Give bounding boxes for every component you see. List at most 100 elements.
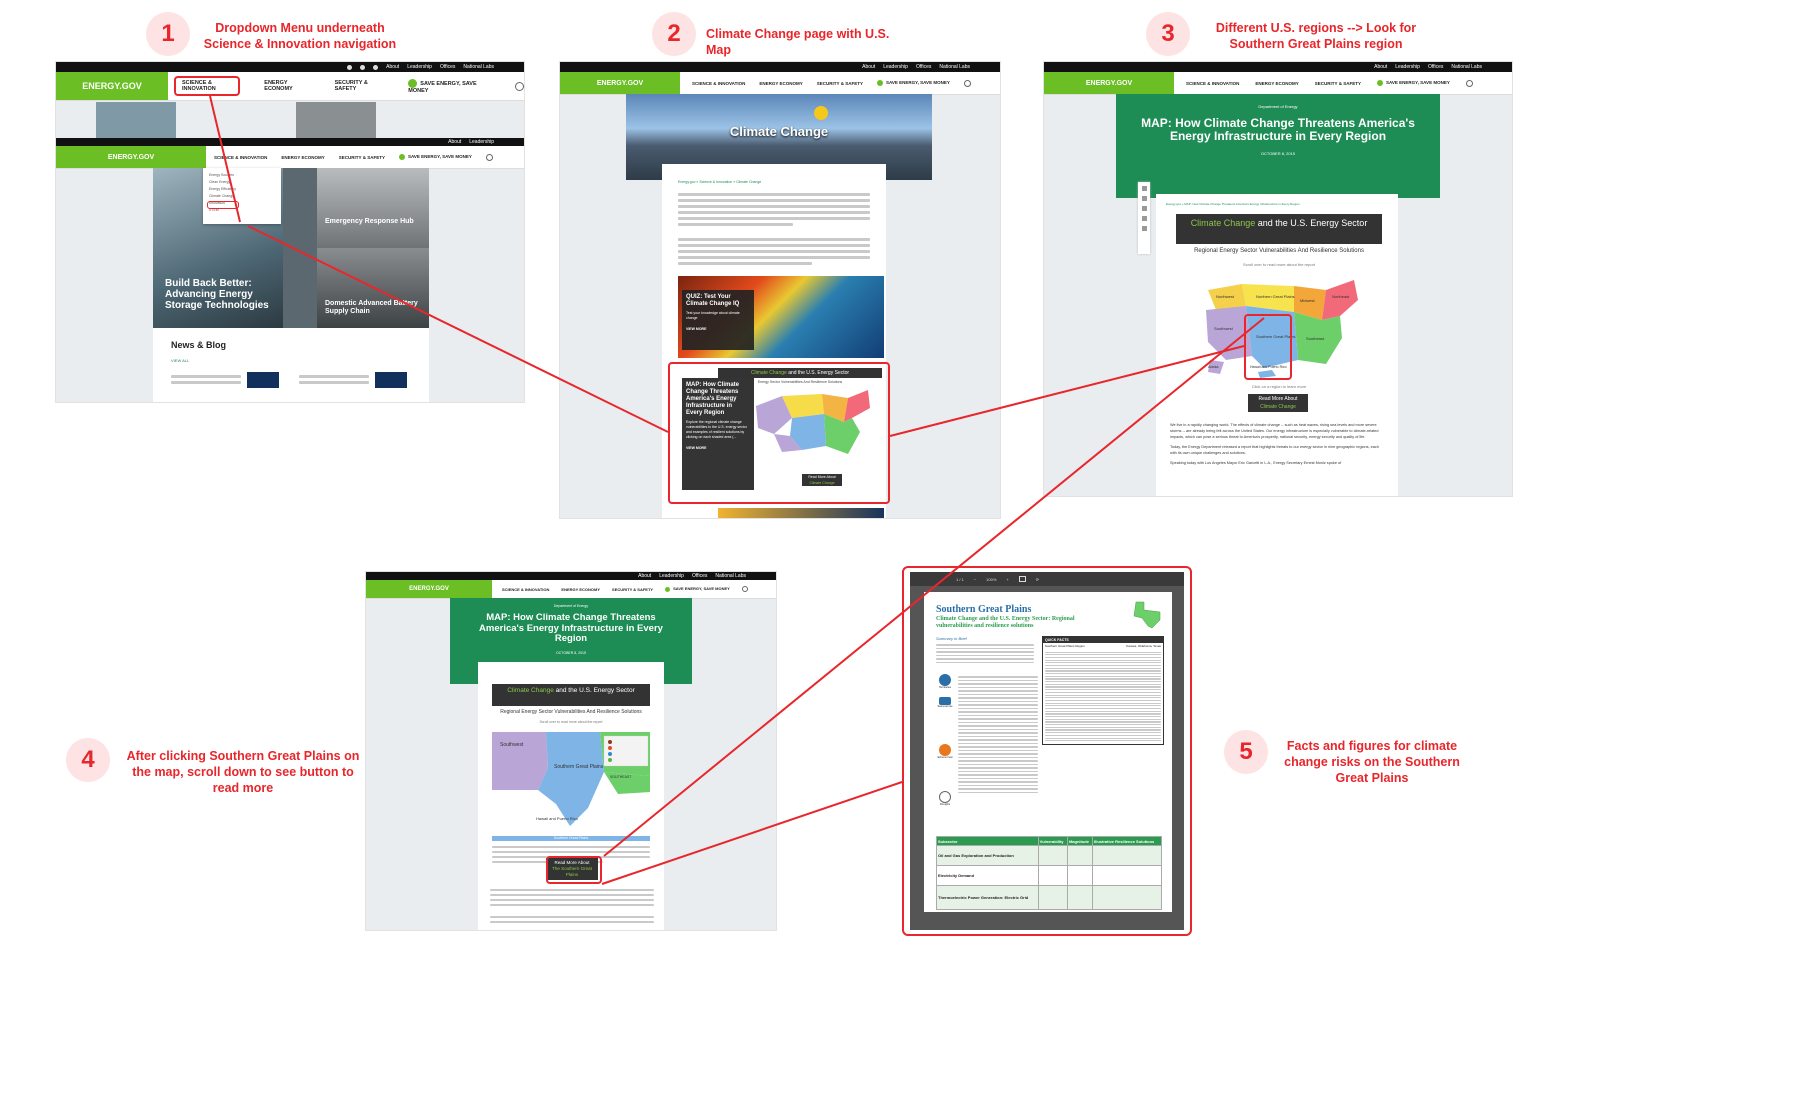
map-label-northeast: Northeast — [1332, 294, 1350, 299]
quiz-card[interactable]: QUIZ: Test Your Climate Change IQ Test y… — [678, 276, 884, 358]
util-link-offices[interactable]: Offices — [1428, 64, 1443, 70]
nav-save-energy[interactable]: SAVE ENERGY, SAVE MONEY — [1376, 80, 1450, 86]
util-link-about[interactable]: About — [448, 139, 461, 145]
save-energy-icon — [1376, 80, 1383, 86]
zoom-in-icon[interactable]: + — [1006, 577, 1008, 582]
dropdown-item[interactable]: Energy Sources — [209, 172, 275, 179]
nav-science-innovation[interactable]: SCIENCE & INNOVATION — [1186, 81, 1239, 86]
nav-science-innovation[interactable]: SCIENCE & INNOVATION — [502, 587, 549, 592]
nav-security-safety[interactable]: SECURITY & SAFETY — [612, 587, 653, 592]
nav-science-innovation[interactable]: SCIENCE & INNOVATION — [692, 81, 745, 86]
tile-emergency[interactable]: Emergency Response Hub — [317, 168, 429, 248]
breadcrumb[interactable]: Energy.gov » MAP: How Climate Change Thr… — [1166, 202, 1396, 206]
pdf-subtitle: Climate Change and the U.S. Energy Secto… — [936, 616, 1075, 629]
pdf-page-indicator[interactable]: 1 / 1 — [956, 577, 964, 582]
hurricane-label: Hurricanes — [938, 686, 952, 689]
util-link-offices[interactable]: Offices — [692, 573, 707, 579]
util-link-leadership[interactable]: Leadership — [407, 64, 432, 70]
dropdown-item-climate-change[interactable]: Climate Change — [209, 193, 275, 200]
breadcrumb[interactable]: Energy.gov » Science & Innovation » Clim… — [678, 180, 761, 184]
util-link-about[interactable]: About — [386, 64, 399, 70]
util-link-labs[interactable]: National Labs — [715, 573, 746, 579]
news-item[interactable] — [299, 372, 369, 387]
email-icon[interactable] — [1141, 186, 1147, 191]
dropdown-item[interactable]: Clean Energy — [209, 179, 275, 186]
scroll-hint: Scroll over to read more about the repor… — [1242, 262, 1316, 267]
nav-save-energy[interactable]: SAVE ENERGY, SAVE MONEY — [398, 154, 472, 160]
zoomed-sgp-map[interactable]: Southwest Southern Great Plains SOUTHEAS… — [492, 732, 650, 834]
nav-save-energy-label: SAVE ENERGY, SAVE MONEY — [1385, 80, 1450, 86]
nav-energy-economy[interactable]: ENERGY ECONOMY — [281, 155, 324, 160]
nav-energy-economy[interactable]: ENERGY ECONOMY — [561, 587, 600, 592]
util-link-offices[interactable]: Offices — [916, 64, 931, 70]
pdf-zoom-level[interactable]: 100% — [986, 577, 996, 582]
nav-save-energy[interactable]: SAVE ENERGY, SAVE MONEY — [876, 80, 950, 86]
search-icon[interactable] — [963, 79, 971, 87]
nav-security-safety[interactable]: SECURITY & SAFETY — [335, 80, 391, 92]
social-icon[interactable] — [373, 64, 379, 70]
view-all-link[interactable]: VIEW ALL — [171, 358, 189, 363]
nav-security-safety[interactable]: SECURITY & SAFETY — [817, 81, 863, 86]
hurricane-icon — [939, 674, 951, 686]
energy-gov-logo[interactable]: ENERGY.GOV — [1044, 72, 1174, 94]
quiz-view-more[interactable]: VIEW MORE — [686, 327, 750, 331]
tile-battery[interactable]: Domestic Advanced Battery Supply Chain — [317, 248, 429, 328]
utility-bar: About Leadership Offices National Labs — [56, 62, 524, 72]
nav-security-safety[interactable]: SECURITY & SAFETY — [1315, 81, 1361, 86]
util-link-about[interactable]: About — [862, 64, 875, 70]
social-icon[interactable] — [360, 64, 366, 70]
energy-gov-logo[interactable]: ENERGY.GOV — [56, 72, 168, 100]
energy-gov-logo[interactable]: ENERGY.GOV — [560, 72, 680, 94]
nav-energy-economy[interactable]: ENERGY ECONOMY — [1255, 81, 1298, 86]
social-icon[interactable] — [347, 64, 353, 70]
nav-energy-economy[interactable]: ENERGY ECONOMY — [264, 80, 316, 92]
science-dropdown-menu: Energy Sources Clean Energy Energy Effic… — [203, 168, 281, 224]
util-link-leadership[interactable]: Leadership — [469, 139, 494, 145]
util-link-leadership[interactable]: Leadership — [659, 573, 684, 579]
util-link-leadership[interactable]: Leadership — [883, 64, 908, 70]
util-link-about[interactable]: About — [638, 573, 651, 579]
main-navbar: ENERGY.GOV SCIENCE & INNOVATION ENERGY E… — [366, 580, 776, 599]
legend-dot — [608, 746, 612, 750]
pdf-title: Southern Great Plains — [936, 604, 1032, 615]
nav-security-safety[interactable]: SECURITY & SAFETY — [339, 155, 385, 160]
read-more-line1: Read More About — [1258, 396, 1298, 402]
nav-science-innovation[interactable]: SCIENCE & INNOVATION — [214, 155, 267, 160]
zoom-out-icon[interactable]: − — [974, 577, 976, 582]
util-link-labs[interactable]: National Labs — [939, 64, 970, 70]
fit-page-icon[interactable] — [1018, 576, 1026, 582]
article-body — [490, 886, 654, 930]
search-icon[interactable] — [1465, 79, 1473, 87]
quiz-tile[interactable]: QUIZ: Test Your Climate Change IQ Test y… — [682, 290, 754, 350]
step-3-caption: Different U.S. regions --> Look for Sout… — [1215, 21, 1417, 51]
facebook-icon[interactable] — [1141, 196, 1147, 201]
search-icon[interactable] — [741, 586, 748, 592]
quick-facts-box: QUICK FACTS Southern Great Plains Region… — [1042, 636, 1164, 745]
search-icon[interactable] — [515, 81, 524, 91]
twitter-icon[interactable] — [1141, 206, 1147, 211]
util-link-labs[interactable]: National Labs — [1451, 64, 1482, 70]
intro-text — [678, 190, 870, 268]
util-link-labs[interactable]: National Labs — [463, 64, 494, 70]
util-link-leadership[interactable]: Leadership — [1395, 64, 1420, 70]
util-link-about[interactable]: About — [1374, 64, 1387, 70]
dropdown-item[interactable]: Energy Efficiency — [209, 186, 275, 193]
read-more-button[interactable]: Read More About Climate Change — [1248, 394, 1308, 412]
rotate-icon[interactable]: ⟳ — [1036, 577, 1039, 582]
energy-gov-logo[interactable]: ENERGY.GOV — [366, 580, 492, 598]
table-header: Vulnerability — [1037, 836, 1068, 846]
save-energy-icon — [408, 78, 418, 88]
util-link-offices[interactable]: Offices — [440, 64, 455, 70]
scroll-hint: Scroll over to read more about the repor… — [539, 720, 603, 724]
main-navbar: ENERGY.GOV SCIENCE & INNOVATION ENERGY E… — [1044, 72, 1512, 95]
energy-gov-logo[interactable]: ENERGY.GOV — [56, 146, 206, 168]
linkedin-icon[interactable] — [1141, 216, 1147, 221]
nav-save-energy[interactable]: SAVE ENERGY, SAVE MONEY — [665, 586, 730, 592]
step-1-number: 1 — [146, 12, 190, 56]
inner-page: About Leadership ENERGY.GOV SCIENCE & IN… — [56, 138, 524, 402]
pinterest-icon[interactable] — [1141, 226, 1147, 231]
news-item[interactable] — [171, 372, 241, 387]
nav-energy-economy[interactable]: ENERGY ECONOMY — [759, 81, 802, 86]
search-icon[interactable] — [485, 153, 493, 161]
nav-save-energy[interactable]: SAVE ENERGY, SAVE MONEY — [408, 78, 497, 94]
